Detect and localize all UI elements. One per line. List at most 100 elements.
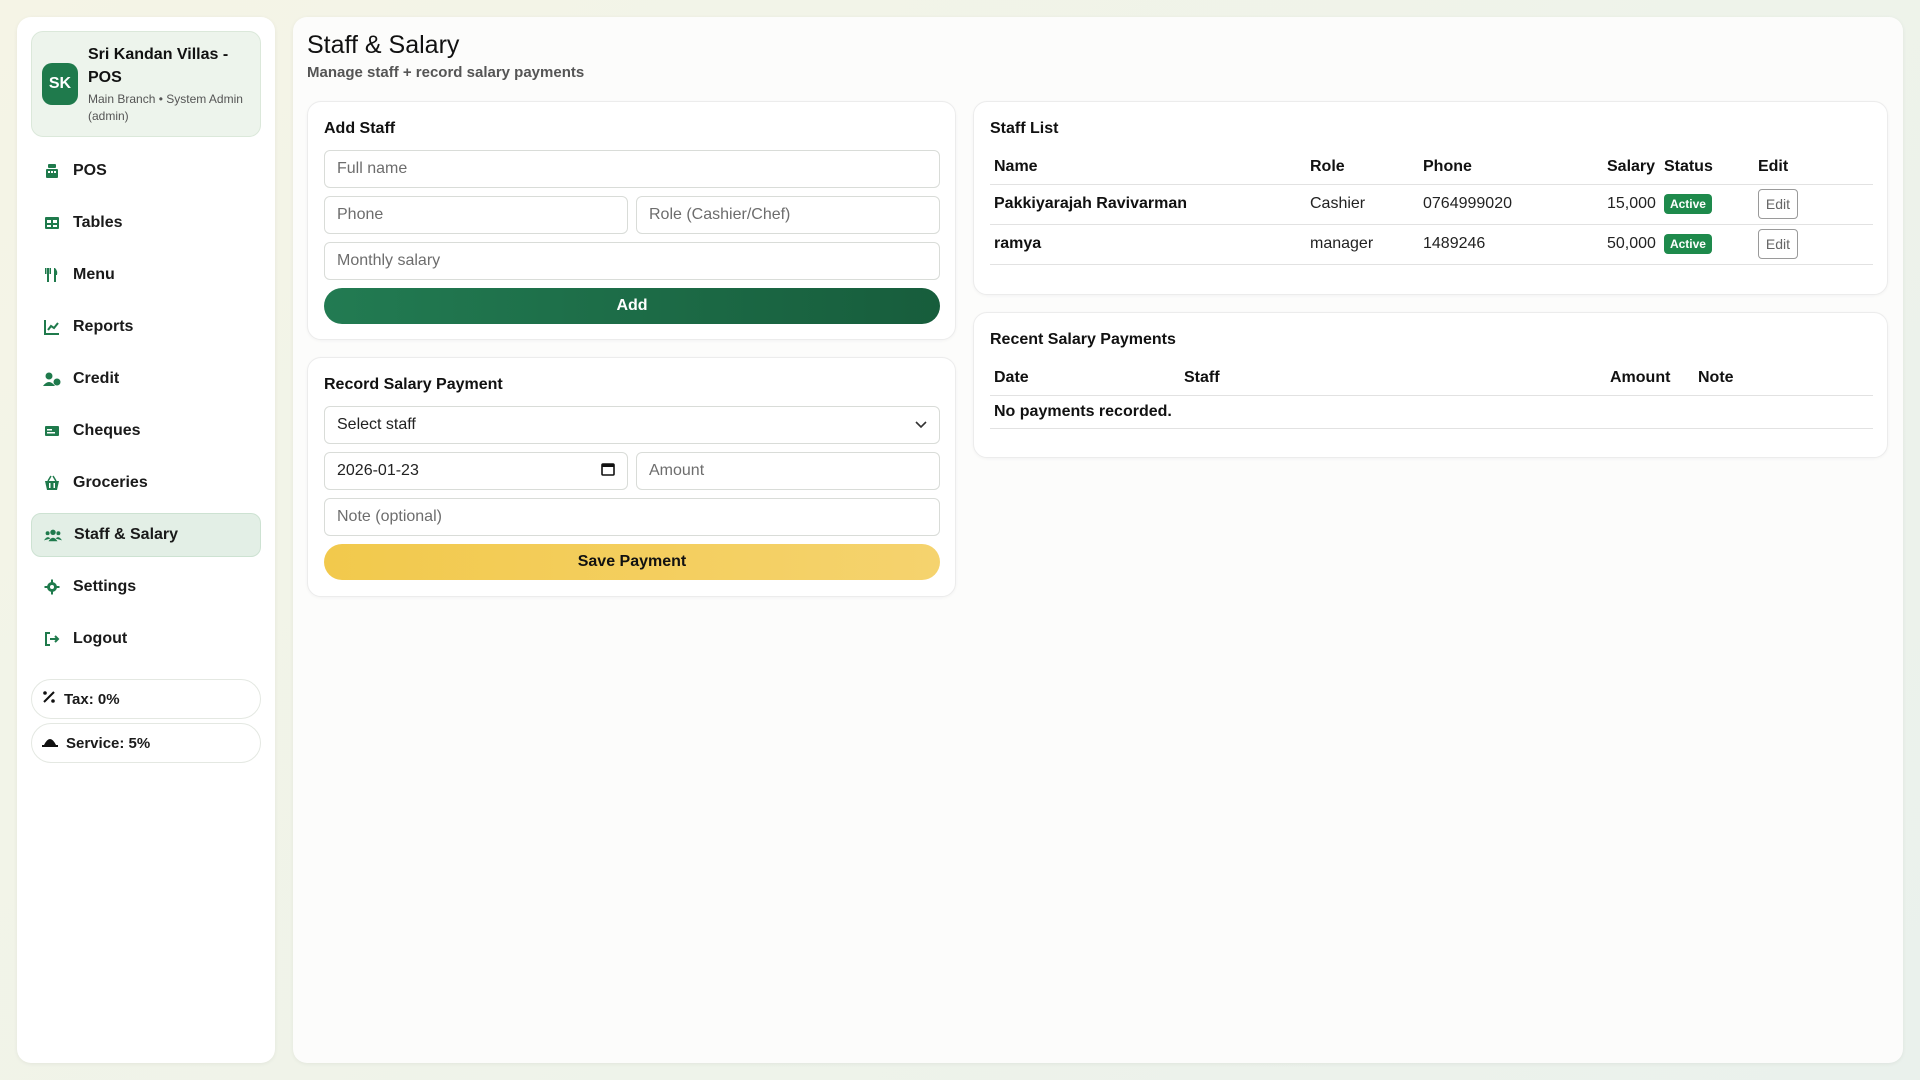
column-header-status: Status: [1659, 150, 1754, 185]
sidebar-item-groceries[interactable]: Groceries: [31, 461, 261, 505]
sidebar-item-cheques[interactable]: Cheques: [31, 409, 261, 453]
amount-input[interactable]: [636, 452, 940, 490]
sidebar-item-reports[interactable]: Reports: [31, 305, 261, 349]
recent-payments-card: Recent Salary Payments Date Staff Amount…: [973, 312, 1888, 458]
staff-edit-cell: Edit: [1753, 224, 1873, 265]
calendar-icon[interactable]: [601, 462, 615, 481]
sidebar-item-label: Logout: [73, 630, 128, 647]
phone-input[interactable]: [324, 196, 628, 234]
column-header-salary: Salary: [1603, 150, 1660, 185]
column-header-date: Date: [990, 361, 1180, 396]
brand-card: SK Sri Kandan Villas - POS Main Branch •…: [31, 31, 261, 137]
table-icon: [43, 214, 61, 232]
column-header-note: Note: [1694, 361, 1873, 396]
table-header-row: Name Role Phone Salary Status Edit: [990, 150, 1873, 185]
service-pill: Service: 5%: [31, 723, 261, 763]
main-content: Staff & Salary Manage staff + record sal…: [293, 17, 1903, 1063]
gear-icon: [43, 578, 61, 596]
sidebar-item-tables[interactable]: Tables: [31, 201, 261, 245]
table-row: No payments recorded.: [990, 395, 1873, 429]
staff-phone-cell: 0764999020: [1419, 184, 1603, 225]
percent-icon: [42, 690, 56, 708]
record-payment-card: Record Salary Payment Select staff 2026-…: [307, 357, 956, 597]
page-subtitle: Manage staff + record salary payments: [307, 64, 585, 81]
cheque-icon: [43, 422, 61, 440]
column-header-phone: Phone: [1419, 150, 1603, 185]
save-payment-button[interactable]: Save Payment: [324, 544, 940, 580]
empty-state-message: No payments recorded.: [990, 395, 1873, 429]
staff-name-cell: ramya: [990, 224, 1306, 265]
sidebar: SK Sri Kandan Villas - POS Main Branch •…: [17, 17, 275, 1063]
recent-payments-title: Recent Salary Payments: [990, 331, 1176, 348]
edit-button[interactable]: Edit: [1757, 189, 1798, 219]
sidebar-item-label: Reports: [73, 318, 134, 335]
sidebar-item-staff-salary[interactable]: Staff & Salary: [31, 513, 261, 557]
column-header-amount: Amount: [1606, 361, 1694, 396]
sidebar-item-label: Tables: [73, 214, 123, 231]
staff-role-cell: manager: [1306, 224, 1419, 265]
sidebar-item-menu[interactable]: Menu: [31, 253, 261, 297]
users-icon: [44, 526, 62, 544]
utensils-icon: [43, 266, 61, 284]
logout-icon: [43, 630, 61, 648]
table-row: Pakkiyarajah Ravivarman Cashier 07649990…: [990, 184, 1873, 225]
sidebar-item-label: Menu: [73, 266, 115, 283]
sidebar-item-label: POS: [73, 162, 107, 179]
monthly-salary-input[interactable]: [324, 242, 940, 280]
role-input[interactable]: [636, 196, 940, 234]
sidebar-item-settings[interactable]: Settings: [31, 565, 261, 609]
staff-status-cell: Active: [1659, 224, 1754, 265]
add-staff-button[interactable]: Add: [324, 288, 940, 324]
staff-name-cell: Pakkiyarajah Ravivarman: [990, 184, 1306, 225]
column-header-role: Role: [1306, 150, 1419, 185]
page-title: Staff & Salary: [307, 31, 460, 59]
chevron-down-icon: [915, 416, 927, 434]
staff-salary-cell: 50,000: [1603, 224, 1660, 265]
staff-select-value: Select staff: [337, 416, 416, 433]
sidebar-item-logout[interactable]: Logout: [31, 617, 261, 661]
brand-title: Sri Kandan Villas - POS: [88, 46, 229, 86]
staff-select[interactable]: Select staff: [324, 406, 940, 444]
status-badge: Active: [1663, 234, 1712, 254]
staff-table: Name Role Phone Salary Status Edit Pakki…: [990, 150, 1873, 265]
settings-pills: Tax: 0% Service: 5%: [31, 679, 261, 765]
edit-button[interactable]: Edit: [1757, 229, 1798, 259]
staff-role-cell: Cashier: [1306, 184, 1419, 225]
basket-icon: [43, 474, 61, 492]
staff-edit-cell: Edit: [1753, 184, 1873, 225]
column-header-edit: Edit: [1753, 150, 1873, 185]
add-staff-card: Add Staff Add: [307, 101, 956, 340]
status-badge: Active: [1663, 194, 1712, 214]
payment-date-value: 2026-01-23: [337, 462, 419, 479]
brand-subtitle: Main Branch • System Admin (admin): [88, 92, 243, 123]
full-name-input[interactable]: [324, 150, 940, 188]
sidebar-item-pos[interactable]: POS: [31, 149, 261, 193]
staff-phone-cell: 1489246: [1419, 224, 1603, 265]
service-bell-icon: [42, 734, 58, 752]
service-label: Service: 5%: [66, 734, 151, 752]
add-staff-title: Add Staff: [324, 120, 396, 137]
sidebar-nav: POS Tables Menu Reports Credit Cheques G…: [31, 149, 261, 661]
chart-line-icon: [43, 318, 61, 336]
cash-register-icon: [43, 162, 61, 180]
column-header-staff: Staff: [1180, 361, 1606, 396]
sidebar-item-credit[interactable]: Credit: [31, 357, 261, 401]
sidebar-item-label: Groceries: [73, 474, 148, 491]
staff-status-cell: Active: [1659, 184, 1754, 225]
sidebar-item-label: Staff & Salary: [74, 526, 179, 543]
record-payment-title: Record Salary Payment: [324, 376, 503, 393]
user-credit-icon: [43, 370, 61, 388]
table-row: ramya manager 1489246 50,000 Active Edit: [990, 224, 1873, 265]
sidebar-item-label: Settings: [73, 578, 137, 595]
payment-date-input[interactable]: 2026-01-23: [324, 452, 628, 490]
staff-salary-cell: 15,000: [1603, 184, 1660, 225]
staff-list-card: Staff List Name Role Phone Salary Status…: [973, 101, 1888, 295]
note-input[interactable]: [324, 498, 940, 536]
brand-logo: SK: [42, 63, 78, 105]
sidebar-item-label: Cheques: [73, 422, 141, 439]
payments-table: Date Staff Amount Note No payments recor…: [990, 361, 1873, 429]
staff-list-title: Staff List: [990, 120, 1059, 137]
table-header-row: Date Staff Amount Note: [990, 361, 1873, 396]
tax-label: Tax: 0%: [64, 690, 120, 708]
sidebar-item-label: Credit: [73, 370, 120, 387]
